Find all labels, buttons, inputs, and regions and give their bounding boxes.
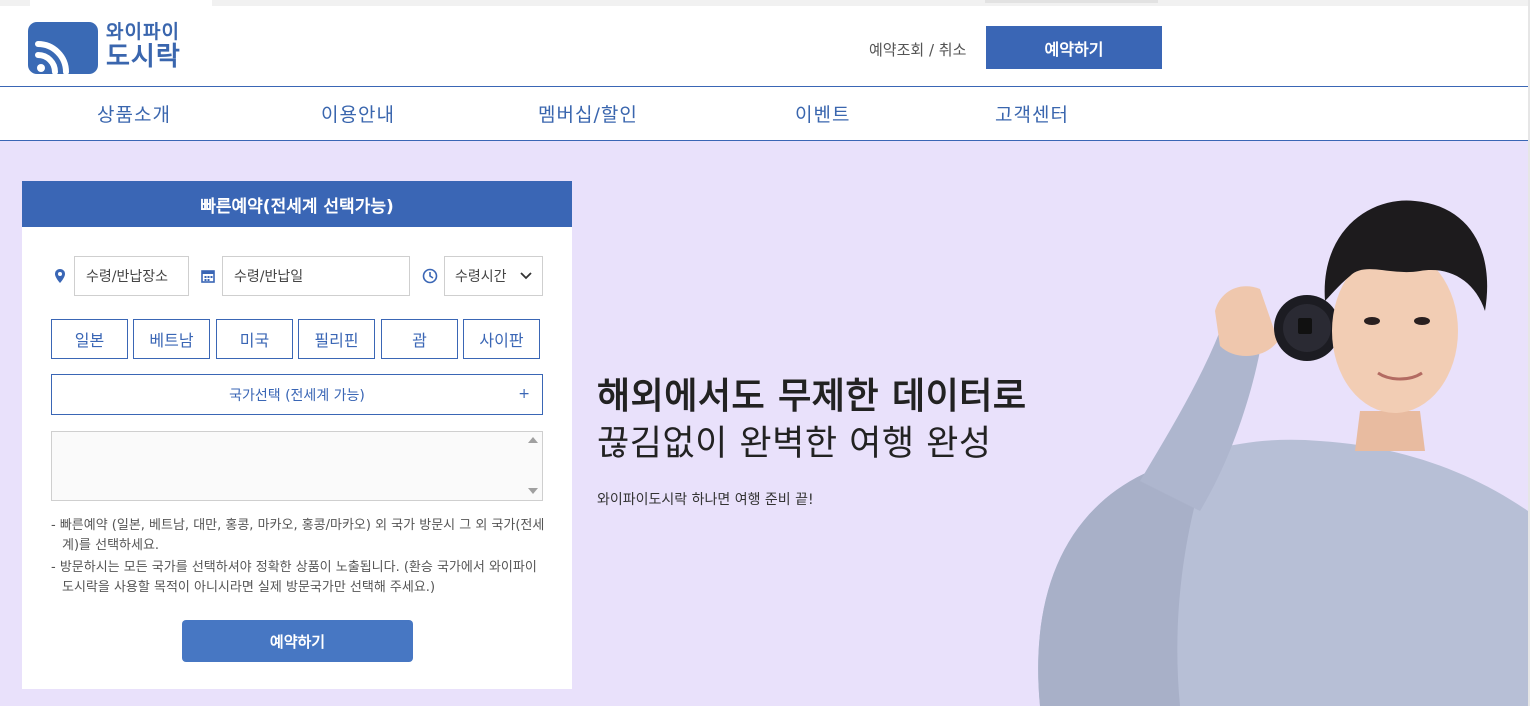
quick-reservation-title: 빠른예약(전세계 선택가능)	[22, 181, 572, 227]
country-button-philippines[interactable]: 필리핀	[298, 319, 375, 359]
tab-indicator	[985, 0, 1158, 3]
pickup-time-value: 수령시간	[455, 269, 507, 285]
country-button-guam[interactable]: 괌	[381, 319, 458, 359]
site-header: 와이파이 도시락 예약조회 / 취소 예약하기	[0, 6, 1528, 86]
reserve-submit-button[interactable]: 예약하기	[182, 620, 413, 662]
reservation-notes: - 빠른예약 (일본, 베트남, 대만, 홍콩, 마카오, 홍콩/마카오) 외 …	[51, 516, 546, 600]
country-button-saipan[interactable]: 사이판	[463, 319, 540, 359]
nav-item-membership[interactable]: 멤버십/할인	[538, 100, 638, 127]
country-button-japan[interactable]: 일본	[51, 319, 128, 359]
pickup-place-input[interactable]: 수령/반납장소	[74, 256, 189, 296]
reserve-button-header[interactable]: 예약하기	[986, 26, 1162, 69]
quick-reservation-panel: 빠른예약(전세계 선택가능) 수령/반납장소 수령/반납일 수령시간 일본 베트…	[22, 181, 572, 689]
scroll-down-icon[interactable]	[528, 488, 538, 494]
world-country-select[interactable]: 국가선택 (전세계 가능) +	[51, 374, 543, 415]
country-button-vietnam[interactable]: 베트남	[133, 319, 210, 359]
wifi-signal-icon	[28, 22, 98, 75]
chevron-down-icon	[520, 268, 532, 284]
selected-countries-list[interactable]	[51, 431, 543, 501]
reservation-fields: 수령/반납장소 수령/반납일 수령시간	[22, 256, 572, 296]
country-quick-buttons: 일본 베트남 미국 필리핀 괌 사이판	[51, 319, 541, 359]
logo-line1: 와이파이	[106, 21, 180, 43]
logo-text: 와이파이 도시락	[106, 22, 181, 72]
hero-banner: 빠른예약(전세계 선택가능) 수령/반납장소 수령/반납일 수령시간 일본 베트…	[0, 141, 1528, 706]
nav-item-support[interactable]: 고객센터	[995, 100, 1069, 127]
hero-tagline: 와이파이도시락 하나면 여행 준비 끝!	[597, 492, 814, 508]
logo-line2: 도시락	[106, 42, 181, 72]
world-country-select-label: 국가선택 (전세계 가능)	[229, 387, 365, 404]
model-photo	[1020, 181, 1528, 706]
scroll-up-icon[interactable]	[528, 437, 538, 443]
note-item: - 방문하시는 모든 국가를 선택하셔야 정확한 상품이 노출됩니다. (환승 …	[51, 560, 537, 595]
note-item: - 빠른예약 (일본, 베트남, 대만, 홍콩, 마카오, 홍콩/마카오) 외 …	[51, 518, 545, 553]
clock-icon	[422, 268, 438, 284]
plus-icon: +	[518, 386, 530, 402]
reservation-lookup-link[interactable]: 예약조회 / 취소	[869, 39, 966, 60]
nav-item-guide[interactable]: 이용안내	[321, 100, 395, 127]
pickup-date-input[interactable]: 수령/반납일	[222, 256, 410, 296]
pickup-time-select[interactable]: 수령시간	[444, 256, 543, 296]
site-logo[interactable]: 와이파이 도시락	[28, 22, 188, 75]
nav-item-events[interactable]: 이벤트	[795, 100, 850, 127]
calendar-icon	[200, 268, 216, 284]
list-scrollbar[interactable]	[525, 432, 542, 500]
map-pin-icon	[52, 268, 68, 284]
hero-subtitle: 끊김없이 완벽한 여행 완성	[597, 424, 992, 464]
country-button-usa[interactable]: 미국	[216, 319, 293, 359]
nav-item-products[interactable]: 상품소개	[97, 100, 171, 127]
main-nav: 상품소개 이용안내 멤버십/할인 이벤트 고객센터	[0, 86, 1528, 141]
hero-title: 해외에서도 무제한 데이터로	[597, 376, 1027, 417]
